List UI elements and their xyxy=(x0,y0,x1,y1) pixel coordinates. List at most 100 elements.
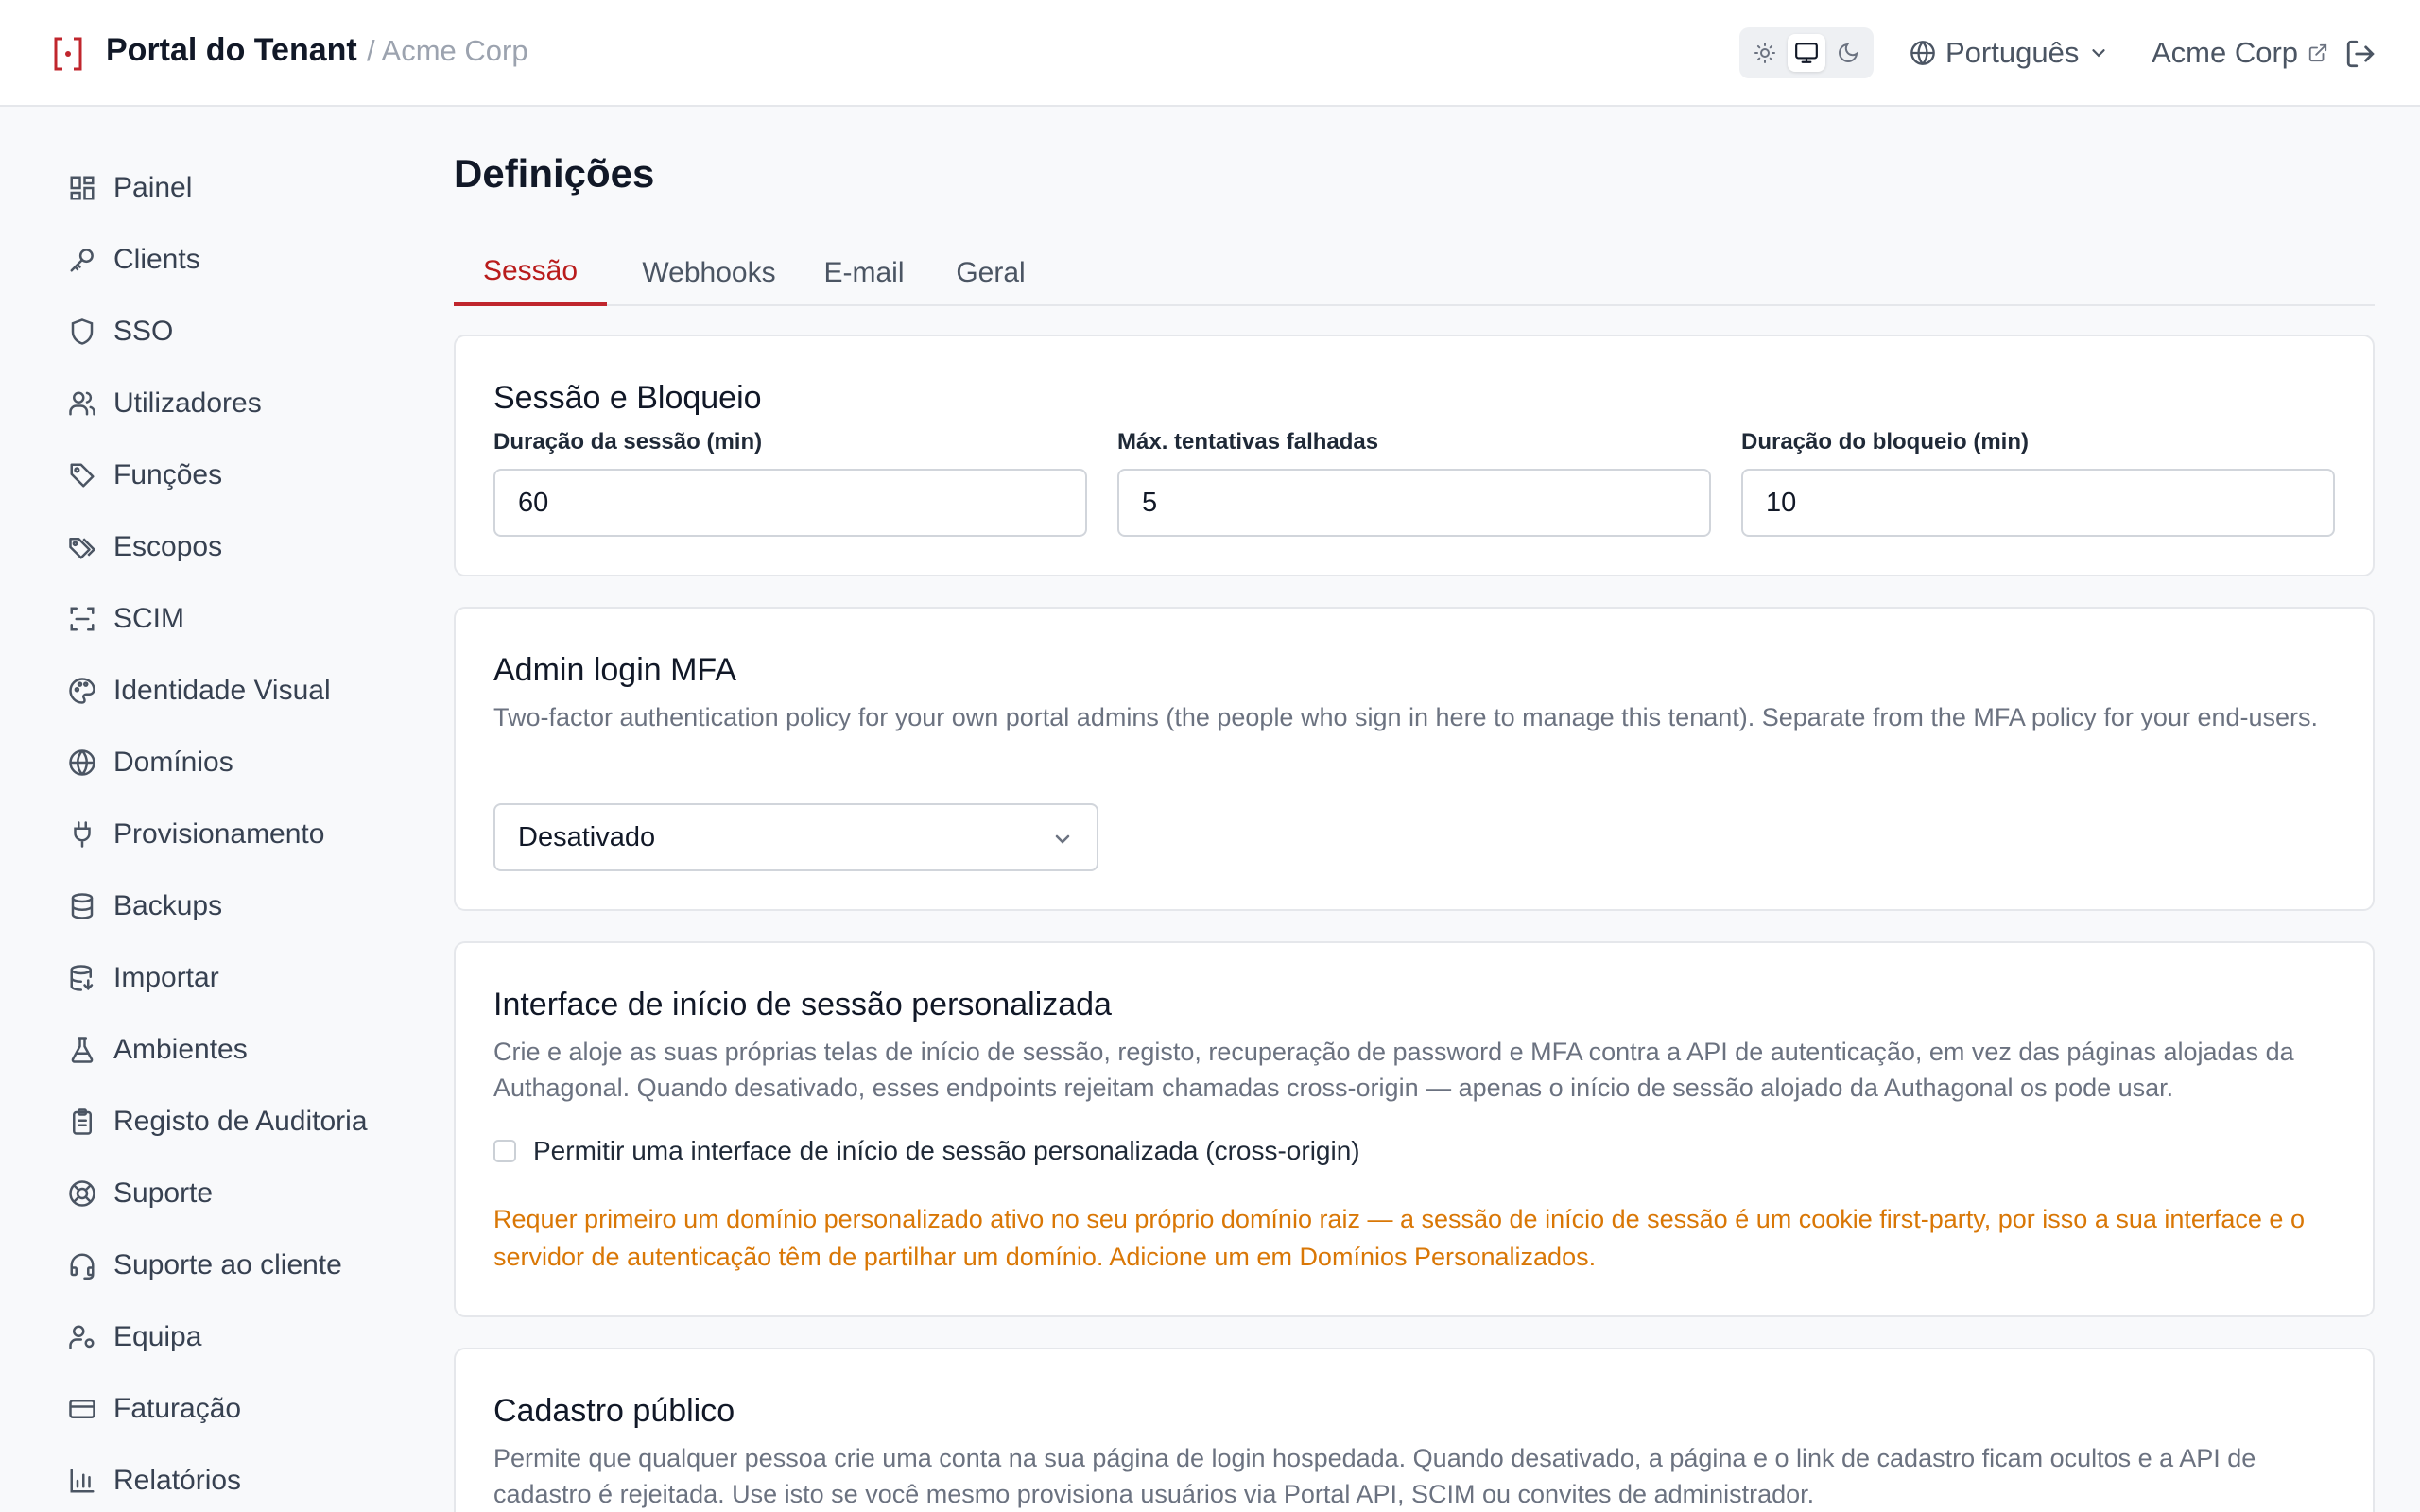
shield-icon xyxy=(66,316,98,348)
chevron-down-icon xyxy=(2092,49,2105,58)
flask-icon xyxy=(66,1034,98,1066)
sidebar-item-label: Painel xyxy=(113,172,193,203)
card-title: Admin login MFA xyxy=(493,652,736,688)
allow-custom-login-checkbox[interactable] xyxy=(493,1140,516,1162)
theme-dark-button[interactable] xyxy=(1829,34,1867,72)
card-description: Crie e aloje as suas próprias telas de i… xyxy=(493,1038,2294,1102)
sidebar-item-clients[interactable]: Clients xyxy=(66,233,200,286)
sidebar-item-scim[interactable]: SCIM xyxy=(66,593,184,645)
language-label: Português xyxy=(1945,36,2080,69)
admin-mfa-card: Admin login MFA Two-factor authenticatio… xyxy=(454,607,2375,911)
session-duration-label: Duração da sessão (min) xyxy=(493,429,763,455)
globe-icon xyxy=(1910,41,1935,65)
sidebar-item-dominios[interactable]: Domínios xyxy=(66,736,233,789)
sidebar-item-label: Suporte xyxy=(113,1177,214,1209)
sidebar-item-equipa[interactable]: Equipa xyxy=(66,1311,201,1364)
tab-sessao[interactable]: Sessão xyxy=(454,240,607,306)
sun-icon xyxy=(1754,43,1775,63)
bar-chart-icon xyxy=(66,1465,98,1497)
tab-email[interactable]: E-mail xyxy=(811,240,917,306)
sidebar-item-provisionamento[interactable]: Provisionamento xyxy=(66,808,324,861)
card-title: Cadastro público xyxy=(493,1393,735,1429)
key-icon xyxy=(66,244,98,276)
sidebar-item-label: Suporte ao cliente xyxy=(113,1249,342,1280)
max-failed-attempts-label: Máx. tentativas falhadas xyxy=(1117,429,1379,455)
sidebar-item-suporte-cliente[interactable]: Suporte ao cliente xyxy=(66,1239,342,1292)
tab-webhooks[interactable]: Webhooks xyxy=(639,240,779,306)
dashboard-icon xyxy=(66,172,98,204)
plug-icon xyxy=(66,818,98,850)
sidebar-item-label: Importar xyxy=(113,962,219,993)
sidebar-item-label: Identidade Visual xyxy=(113,675,331,706)
sidebar-item-label: Ambientes xyxy=(113,1034,248,1065)
sidebar-item-label: SSO xyxy=(113,316,174,347)
tags-icon xyxy=(66,531,98,563)
org-external-link[interactable]: Acme Corp xyxy=(2152,32,2328,74)
theme-toggle xyxy=(1739,27,1874,78)
max-failed-attempts-input[interactable] xyxy=(1117,469,1711,537)
allow-custom-login-checkbox-row[interactable]: Permitir uma interface de início de sess… xyxy=(493,1136,1360,1166)
chevron-down-icon xyxy=(1055,834,1070,844)
sidebar-item-funcoes[interactable]: Funções xyxy=(66,449,222,502)
sidebar-item-faturacao[interactable]: Faturação xyxy=(66,1383,241,1435)
checkbox-label: Permitir uma interface de início de sess… xyxy=(533,1136,1360,1165)
sidebar-item-label: SCIM xyxy=(113,603,184,634)
sidebar-item-backups[interactable]: Backups xyxy=(66,880,222,933)
tag-icon xyxy=(66,459,98,491)
sidebar-item-label: Funções xyxy=(113,459,223,490)
sidebar-item-relatorios[interactable]: Relatórios xyxy=(66,1454,241,1507)
settings-tabs: Sessão Webhooks E-mail Geral xyxy=(454,240,2375,306)
lockout-duration-input[interactable] xyxy=(1741,469,2335,537)
sidebar-item-label: Clients xyxy=(113,244,200,275)
sidebar-item-escopos[interactable]: Escopos xyxy=(66,521,222,574)
sidebar-item-utilizadores[interactable]: Utilizadores xyxy=(66,377,262,430)
language-select[interactable]: Português xyxy=(1910,32,2109,74)
brand-logo-icon xyxy=(54,37,82,71)
org-link-label: Acme Corp xyxy=(2152,36,2299,69)
custom-login-ui-card: Interface de início de sessão personaliz… xyxy=(454,941,2375,1317)
top-header: Portal do Tenant / Acme Corp Português A… xyxy=(0,0,2420,107)
sidebar-item-label: Registo de Auditoria xyxy=(113,1106,368,1137)
sidebar-item-identidade-visual[interactable]: Identidade Visual xyxy=(66,664,331,717)
theme-light-button[interactable] xyxy=(1746,34,1784,72)
globe-icon xyxy=(66,747,98,779)
card-title: Interface de início de sessão personaliz… xyxy=(493,987,1112,1022)
sidebar-nav: Painel Clients SSO Utilizadores Funções … xyxy=(0,107,416,1512)
headset-icon xyxy=(66,1249,98,1281)
logout-icon[interactable] xyxy=(2344,38,2377,70)
app-title[interactable]: Portal do Tenant xyxy=(106,32,357,69)
sidebar-item-label: Domínios xyxy=(113,747,233,778)
sidebar-item-importar[interactable]: Importar xyxy=(66,952,219,1005)
clipboard-icon xyxy=(66,1106,98,1138)
palette-icon xyxy=(66,675,98,707)
external-link-icon xyxy=(2308,43,2327,62)
sidebar-item-label: Backups xyxy=(113,890,223,921)
user-cog-icon xyxy=(66,1321,98,1353)
database-icon xyxy=(66,890,98,922)
sidebar-item-painel[interactable]: Painel xyxy=(66,162,192,215)
card-description: Permite que qualquer pessoa crie uma con… xyxy=(493,1444,2256,1508)
lockout-duration-label: Duração do bloqueio (min) xyxy=(1741,429,2029,455)
session-duration-input[interactable] xyxy=(493,469,1087,537)
custom-domain-warning: Requer primeiro um domínio personalizado… xyxy=(493,1205,2305,1271)
sidebar-item-ambientes[interactable]: Ambientes xyxy=(66,1023,248,1076)
moon-icon xyxy=(1839,43,1858,62)
sidebar-item-label: Utilizadores xyxy=(113,387,262,419)
session-lockout-card: Sessão e Bloqueio Duração da sessão (min… xyxy=(454,335,2375,576)
public-signup-card: Cadastro público Permite que qualquer pe… xyxy=(454,1348,2375,1512)
tab-geral[interactable]: Geral xyxy=(949,240,1032,306)
sidebar-item-suporte[interactable]: Suporte xyxy=(66,1167,213,1220)
sidebar-item-label: Faturação xyxy=(113,1393,242,1424)
monitor-icon xyxy=(1795,43,1818,63)
sidebar-item-registo-auditoria[interactable]: Registo de Auditoria xyxy=(66,1095,368,1148)
sidebar-item-sso[interactable]: SSO xyxy=(66,305,173,358)
org-breadcrumb: / Acme Corp xyxy=(367,34,528,67)
credit-card-icon xyxy=(66,1393,98,1425)
mfa-policy-select[interactable]: Desativado xyxy=(493,803,1098,871)
card-title: Sessão e Bloqueio xyxy=(493,380,762,416)
card-description: Two-factor authentication policy for you… xyxy=(493,703,2319,731)
theme-system-button[interactable] xyxy=(1788,34,1825,72)
sidebar-item-label: Escopos xyxy=(113,531,223,562)
sidebar-item-label: Relatórios xyxy=(113,1465,242,1496)
scan-icon xyxy=(66,603,98,635)
